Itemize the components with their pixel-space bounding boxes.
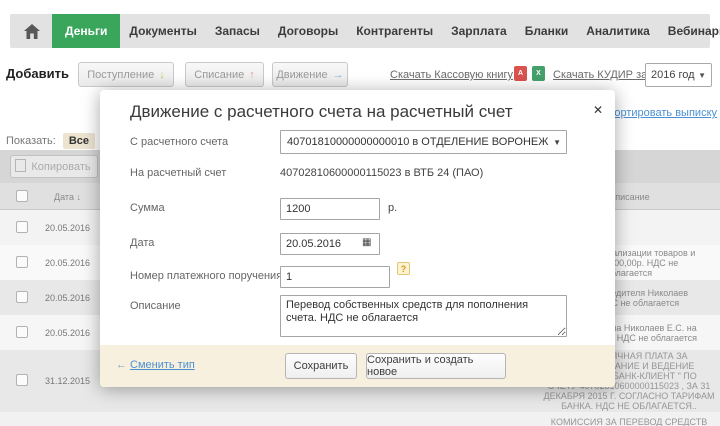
from-account-select[interactable]: 40701810000000000010 в ОТДЕЛЕНИЕ ВОРОНЕЖ… (280, 130, 567, 154)
app-window: Деньги Документы Запасы Договоры Контраг… (0, 0, 720, 426)
year-select[interactable]: 2016 год ▼ (645, 63, 712, 87)
modal-title: Движение с расчетного счета на расчетный… (130, 102, 513, 121)
nav-item-webinars[interactable]: Вебинары (659, 14, 720, 48)
nav-item-forms[interactable]: Бланки (516, 14, 578, 48)
filter-row: Показать: Все П (6, 133, 110, 149)
nav-item-stocks[interactable]: Запасы (206, 14, 269, 48)
payment-number-label: Номер платежного поручения (130, 270, 283, 282)
table-row[interactable]: КОМИССИЯ ЗА ПЕРЕВОД СРЕДСТВ ЧЕРЕЗ (0, 412, 720, 426)
filter-all-chip[interactable]: Все (62, 133, 96, 149)
sort-desc-icon: ↓ (76, 192, 81, 202)
transfer-modal: Движение с расчетного счета на расчетный… (100, 90, 615, 387)
add-label: Добавить (6, 66, 69, 81)
home-button[interactable] (10, 14, 52, 48)
chevron-down-icon: ▼ (553, 138, 561, 147)
save-button[interactable]: Сохранить (285, 353, 357, 379)
row-date: 20.05.2016 (44, 257, 91, 268)
arrow-right-icon: → (332, 68, 344, 81)
desc-line: БАНКА. НДС НЕ ОБЛАГАЕТСЯ.. (561, 401, 697, 411)
nav-item-analytics[interactable]: Аналитика (577, 14, 659, 48)
nav-item-documents[interactable]: Документы (120, 14, 205, 48)
column-header-date[interactable]: Дата ↓ (25, 192, 110, 202)
top-navbar: Деньги Документы Запасы Договоры Контраг… (10, 14, 720, 48)
nav-item-contracts[interactable]: Договоры (269, 14, 347, 48)
add-incoming-button[interactable]: Поступление ↓ (78, 62, 174, 87)
row-date: 20.05.2016 (44, 327, 91, 338)
to-account-value: 40702810600000115023 в ВТБ 24 (ПАО) (280, 167, 484, 179)
from-account-label: С расчетного счета (130, 136, 229, 148)
desc-line: КОМИССИЯ ЗА ПЕРЕВОД СРЕДСТВ ЧЕРЕЗ (550, 417, 708, 426)
amount-label: Сумма (130, 202, 165, 214)
add-outgoing-button[interactable]: Списание ↑ (185, 62, 264, 87)
home-icon (24, 23, 40, 39)
description-label: Описание (130, 300, 181, 312)
row-description: КОМИССИЯ ЗА ПЕРЕВОД СРЕДСТВ ЧЕРЕЗ (540, 417, 718, 426)
arrow-down-icon: ↓ (159, 68, 165, 81)
date-label: Дата (130, 237, 155, 249)
row-date: 20.05.2016 (44, 222, 91, 233)
download-kudir-link[interactable]: Скачать КУДИР за (553, 69, 647, 81)
add-outgoing-label: Списание (194, 68, 245, 81)
description-textarea[interactable]: Перевод собственных средств для пополнен… (280, 295, 567, 337)
row-date: 20.05.2016 (44, 292, 91, 303)
copy-button-label: Копировать (31, 160, 91, 173)
change-type-link[interactable]: ← Сменить тип (116, 359, 195, 371)
payment-number-input[interactable] (280, 266, 390, 288)
calendar-icon[interactable]: ▦ (362, 237, 371, 248)
to-account-label: На расчетный счет (130, 167, 227, 179)
help-icon[interactable]: ? (397, 262, 410, 275)
filter-label: Показать: (6, 135, 56, 147)
amount-input[interactable] (280, 198, 380, 220)
copy-button[interactable]: Копировать (10, 155, 98, 178)
year-select-value: 2016 год (651, 69, 695, 81)
arrow-left-icon: ← (116, 359, 127, 371)
nav-item-counterparties[interactable]: Контрагенты (347, 14, 442, 48)
download-cash-book-link[interactable]: Скачать Кассовую книгу (390, 69, 513, 81)
modal-footer: ← Сменить тип Сохранить Сохранить и созда… (100, 345, 615, 387)
add-incoming-label: Поступление (87, 68, 155, 81)
desc-line: ДЕКАБРЯ 2015 Г. СОГЛАСНО ТАРИФАМ (543, 391, 715, 401)
date-header-label: Дата (54, 192, 74, 202)
pdf-file-icon[interactable]: A (514, 66, 527, 81)
add-transfer-button[interactable]: Движение → (272, 62, 348, 87)
excel-glyph: X (536, 70, 541, 77)
copy-icon (15, 159, 27, 172)
nav-item-money[interactable]: Деньги (52, 14, 121, 48)
row-date: 31.12.2015 (44, 376, 91, 386)
pdf-glyph: A (517, 70, 524, 77)
chevron-down-icon: ▼ (698, 70, 706, 80)
from-account-value: 40701810000000000010 в ОТДЕЛЕНИЕ ВОРОНЕЖ (287, 136, 549, 148)
excel-file-icon[interactable]: X (532, 66, 545, 81)
arrow-up-icon: ↑ (249, 68, 255, 81)
change-type-label: Сменить тип (130, 359, 195, 371)
save-and-new-button[interactable]: Сохранить и создать новое (366, 353, 506, 379)
add-transfer-label: Движение (276, 68, 328, 81)
amount-suffix: р. (388, 202, 398, 214)
nav-item-salary[interactable]: Зарплата (442, 14, 516, 48)
close-icon[interactable]: ✕ (593, 103, 603, 117)
